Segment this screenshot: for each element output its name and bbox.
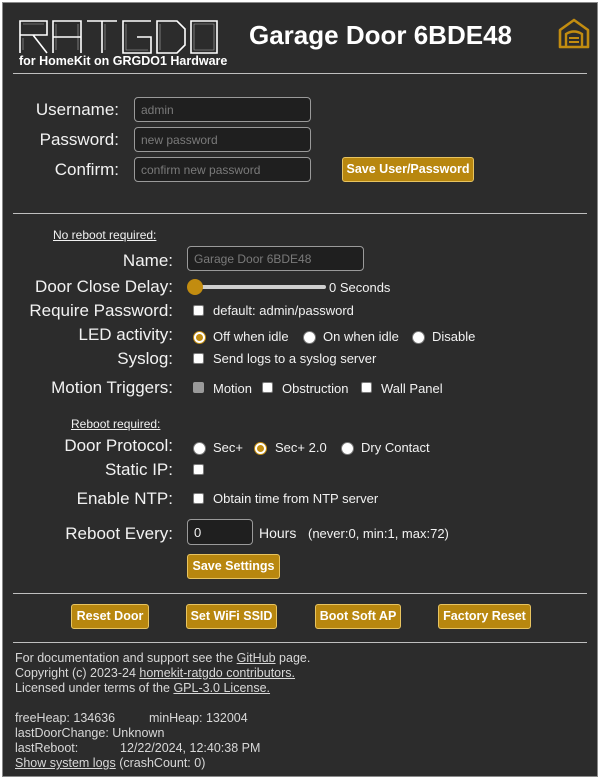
garage-home-icon — [558, 18, 590, 49]
reboot-every-hint: (never:0, min:1, max:72) — [308, 526, 449, 541]
last-reboot-value: 12/22/2024, 12:40:38 PM — [120, 741, 261, 755]
static-ip-checkbox[interactable] — [193, 464, 204, 475]
save-settings-button[interactable]: Save Settings — [187, 554, 280, 579]
led-off-when-idle-radio[interactable] — [193, 331, 206, 344]
protocol-secplus-radio[interactable] — [193, 442, 206, 455]
name-input[interactable] — [187, 246, 364, 271]
led-on-when-idle-radio[interactable] — [303, 331, 316, 344]
require-password-checkbox[interactable] — [193, 305, 204, 316]
protocol-dry-contact-label: Dry Contact — [361, 440, 430, 455]
syslog-checkbox[interactable] — [193, 353, 204, 364]
require-password-text: default: admin/password — [213, 303, 354, 318]
protocol-secplus2-label: Sec+ 2.0 — [275, 440, 327, 455]
static-ip-label: Static IP: — [104, 460, 173, 479]
motion-label: Motion — [213, 381, 253, 396]
documentation-text: For documentation and support see the — [15, 651, 237, 665]
boot-soft-ap-button[interactable]: Boot Soft AP — [315, 604, 401, 629]
led-on-when-idle-label: On when idle — [323, 329, 399, 344]
wall-panel-checkbox[interactable] — [361, 382, 372, 393]
factory-reset-button[interactable]: Factory Reset — [438, 604, 531, 629]
door-protocol-label: Door Protocol: — [64, 436, 173, 455]
obstruction-checkbox[interactable] — [262, 382, 273, 393]
license-link[interactable]: GPL-3.0 License. — [173, 681, 270, 695]
documentation-suffix: page. — [275, 651, 311, 665]
min-heap: minHeap: 132004 — [149, 711, 248, 725]
led-off-when-idle-label: Off when idle — [213, 329, 289, 344]
enable-ntp-label: Enable NTP: — [76, 489, 173, 508]
confirm-password-input[interactable] — [134, 157, 311, 182]
username-label: Username: — [35, 100, 119, 119]
divider — [13, 213, 587, 214]
last-reboot-label: lastReboot: — [15, 741, 79, 755]
door-close-delay-value: 0 Seconds — [329, 280, 391, 295]
led-disable-label: Disable — [432, 329, 476, 344]
contributors-link[interactable]: homekit-ratgdo contributors. — [139, 666, 295, 680]
divider — [13, 593, 587, 594]
username-input[interactable] — [134, 97, 311, 122]
led-activity-label: LED activity: — [78, 325, 173, 344]
motion-triggers-label: Motion Triggers: — [51, 378, 173, 397]
door-close-delay-slider-track[interactable] — [193, 285, 326, 289]
led-disable-radio[interactable] — [412, 331, 425, 344]
free-heap: freeHeap: 134636 — [15, 711, 116, 725]
system-logs-line: Show system logs (crashCount: 0) — [15, 756, 205, 770]
app-window: for HomeKit on GRGDO1 Hardware Garage Do… — [2, 2, 598, 777]
protocol-dry-contact-radio[interactable] — [341, 442, 354, 455]
save-user-password-button[interactable]: Save User/Password — [342, 157, 474, 182]
confirm-label: Confirm: — [54, 160, 119, 179]
protocol-secplus2-radio[interactable] — [254, 442, 267, 455]
page-title: Garage Door 6BDE48 — [249, 20, 512, 50]
obstruction-label: Obstruction — [282, 381, 349, 396]
reboot-every-input[interactable] — [187, 519, 253, 545]
license-text: Licensed under terms of the — [15, 681, 174, 695]
protocol-secplus-label: Sec+ — [213, 440, 243, 455]
reboot-every-label: Reboot Every: — [65, 524, 173, 543]
door-close-delay-label: Door Close Delay: — [35, 277, 173, 296]
ntp-checkbox[interactable] — [193, 493, 204, 504]
door-close-delay-slider-thumb[interactable] — [187, 279, 203, 295]
password-label: Password: — [39, 130, 119, 149]
last-door-change: lastDoorChange: Unknown — [15, 726, 165, 740]
license-line: Licensed under terms of the GPL-3.0 Lice… — [15, 681, 270, 695]
reboot-every-unit: Hours — [259, 525, 297, 541]
subtitle: for HomeKit on GRGDO1 Hardware — [19, 54, 228, 68]
set-wifi-ssid-button[interactable]: Set WiFi SSID — [186, 604, 277, 629]
copyright-line: Copyright (c) 2023-24 homekit-ratgdo con… — [15, 666, 295, 680]
crash-count: (crashCount: 0) — [115, 756, 206, 770]
no-reboot-heading: No reboot required: — [53, 228, 157, 242]
wall-panel-label: Wall Panel — [381, 381, 443, 396]
show-system-logs-link[interactable]: Show system logs — [15, 756, 116, 770]
reset-door-button[interactable]: Reset Door — [71, 604, 149, 629]
github-link[interactable]: GitHub — [237, 651, 276, 665]
require-password-label: Require Password: — [29, 301, 173, 320]
syslog-label: Syslog: — [117, 349, 173, 368]
motion-checkbox[interactable] — [193, 382, 204, 393]
documentation-line: For documentation and support see the Gi… — [15, 651, 310, 665]
ntp-text: Obtain time from NTP server — [213, 491, 379, 506]
syslog-text: Send logs to a syslog server — [213, 351, 377, 366]
copyright-text: Copyright (c) 2023-24 — [15, 666, 140, 680]
name-label: Name: — [122, 251, 173, 270]
divider — [13, 642, 587, 643]
reboot-required-heading: Reboot required: — [71, 417, 161, 431]
divider — [13, 73, 587, 74]
password-input[interactable] — [134, 127, 311, 152]
ratgdo-logo — [19, 20, 218, 54]
